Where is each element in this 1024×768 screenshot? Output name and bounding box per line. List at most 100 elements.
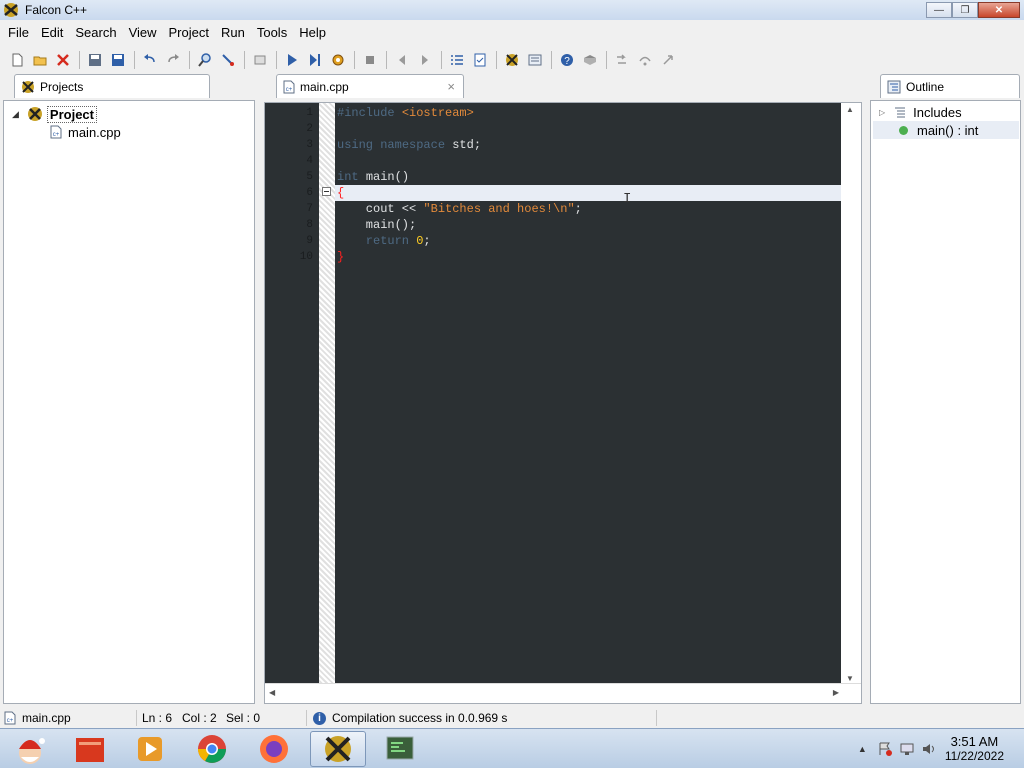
status-message: i Compilation success in 0.0.969 s [313, 708, 507, 728]
minimize-button[interactable]: — [926, 2, 952, 18]
code-line[interactable]: return 0; [337, 233, 431, 249]
close-file-button[interactable] [52, 50, 74, 70]
clock-time: 3:51 AM [950, 734, 999, 749]
taskbar-media-player[interactable] [122, 731, 178, 767]
code-token: <iostream> [401, 106, 474, 120]
code-line[interactable]: } [337, 249, 344, 265]
menu-tools[interactable]: Tools [251, 23, 293, 43]
show-hidden-icons-icon[interactable]: ▲ [858, 744, 867, 754]
falcon-project-icon [22, 80, 34, 93]
outline-item-main[interactable]: main() : int [873, 121, 1019, 139]
stop-button[interactable] [359, 50, 381, 70]
scroll-right-icon[interactable]: ▶ [833, 688, 839, 697]
falcon-button[interactable] [501, 50, 523, 70]
editor-tab-main-cpp[interactable]: c+ main.cpp × [276, 74, 464, 98]
code-line[interactable]: { [337, 185, 344, 201]
save-all-button[interactable] [107, 50, 129, 70]
clock-date: 11/22/2022 [944, 749, 1004, 763]
list-button[interactable] [446, 50, 468, 70]
code-text-area[interactable]: #include <iostream> using namespace std; i… [337, 103, 843, 685]
code-line[interactable]: #include <iostream> [337, 105, 474, 121]
menu-search[interactable]: Search [69, 23, 122, 43]
menu-view[interactable]: View [123, 23, 163, 43]
toolbar-separator [189, 51, 190, 69]
scroll-left-icon[interactable]: ◀ [269, 688, 275, 697]
packages-button[interactable] [524, 50, 546, 70]
code-token: { [337, 186, 345, 200]
info-icon: i [313, 711, 326, 725]
code-token: "Bitches and hoes!\n" [423, 202, 575, 216]
toolbar-separator [496, 51, 497, 69]
toolbar-separator [354, 51, 355, 69]
prev-button[interactable] [391, 50, 413, 70]
expand-triangle-icon[interactable]: ▷ [879, 108, 885, 117]
step-over-button[interactable] [634, 50, 656, 70]
action-center-flag-icon[interactable] [877, 741, 893, 757]
line-number: 6 [306, 187, 313, 199]
code-editor[interactable]: 1 2 3 4 5 6 7 8 9 10 #include <iostream>… [264, 102, 862, 704]
menu-file[interactable]: File [2, 23, 35, 43]
new-file-button[interactable] [6, 50, 28, 70]
taskbar-chrome[interactable] [184, 731, 240, 767]
close-window-button[interactable]: ✕ [978, 2, 1020, 18]
packages-icon [528, 54, 542, 66]
find-button[interactable] [194, 50, 216, 70]
volume-icon[interactable] [921, 741, 937, 757]
menu-edit[interactable]: Edit [35, 23, 69, 43]
expand-triangle-icon[interactable]: ◢ [12, 109, 19, 120]
menu-project[interactable]: Project [163, 23, 215, 43]
save-icon [89, 54, 101, 66]
step-out-button[interactable] [657, 50, 679, 70]
title-bar: Falcon C++ — ❐ ✕ [0, 0, 1024, 20]
scroll-up-icon[interactable]: ▲ [846, 105, 854, 114]
code-line[interactable]: main(); [337, 217, 416, 233]
replace-button[interactable] [217, 50, 239, 70]
maximize-button[interactable]: ❐ [952, 2, 978, 18]
comment-button[interactable] [249, 50, 271, 70]
compile-button[interactable] [327, 50, 349, 70]
horizontal-scrollbar[interactable]: ◀ ▶ [265, 683, 861, 703]
build-run-button[interactable] [304, 50, 326, 70]
help-button[interactable]: ? [556, 50, 578, 70]
next-button[interactable] [414, 50, 436, 70]
project-file-label: main.cpp [68, 124, 121, 140]
projects-tab[interactable]: Projects [14, 74, 210, 98]
menu-help[interactable]: Help [293, 23, 332, 43]
outline-panel: ▷ Includes main() : int [870, 100, 1021, 704]
code-line[interactable]: int main() [337, 169, 409, 185]
comment-icon [254, 55, 266, 65]
close-tab-icon[interactable]: × [447, 79, 455, 94]
vertical-scrollbar[interactable]: ▲ ▼ [841, 103, 861, 685]
save-button[interactable] [84, 50, 106, 70]
menu-run[interactable]: Run [215, 23, 251, 43]
toolbar-separator [244, 51, 245, 69]
redo-button[interactable] [162, 50, 184, 70]
taskbar-files[interactable] [62, 731, 118, 767]
clock[interactable]: 3:51 AM 11/22/2022 [945, 734, 1004, 764]
code-line[interactable]: cout << "Bitches and hoes!\n"; [337, 201, 582, 217]
taskbar-falcon-cpp[interactable] [310, 731, 366, 767]
project-root-node[interactable]: ◢ Project [12, 105, 97, 123]
undo-button[interactable] [139, 50, 161, 70]
step-into-button[interactable] [611, 50, 633, 70]
network-icon[interactable] [899, 741, 915, 757]
system-tray: ▲ 3:51 AM 11/22/2022 [858, 729, 1024, 768]
open-button[interactable] [29, 50, 51, 70]
outline-item-includes[interactable]: ▷ Includes [879, 103, 1019, 121]
scroll-down-icon[interactable]: ▼ [846, 674, 854, 683]
santa-start-icon [19, 738, 45, 764]
outline-tab[interactable]: Outline [880, 74, 1020, 98]
fold-margin[interactable] [319, 103, 335, 685]
code-line[interactable]: using namespace std; [337, 137, 481, 153]
taskbar-terminal[interactable] [372, 731, 428, 767]
code-token: return [337, 234, 417, 248]
fold-toggle-icon[interactable] [322, 187, 331, 196]
book-button[interactable] [579, 50, 601, 70]
start-button[interactable] [2, 731, 58, 767]
properties-button[interactable] [469, 50, 491, 70]
run-button[interactable] [281, 50, 303, 70]
taskbar-firefox[interactable] [246, 731, 302, 767]
code-token: namespace [380, 138, 453, 152]
line-number: 8 [306, 219, 313, 231]
project-file-main-cpp[interactable]: c+ main.cpp [50, 123, 121, 141]
